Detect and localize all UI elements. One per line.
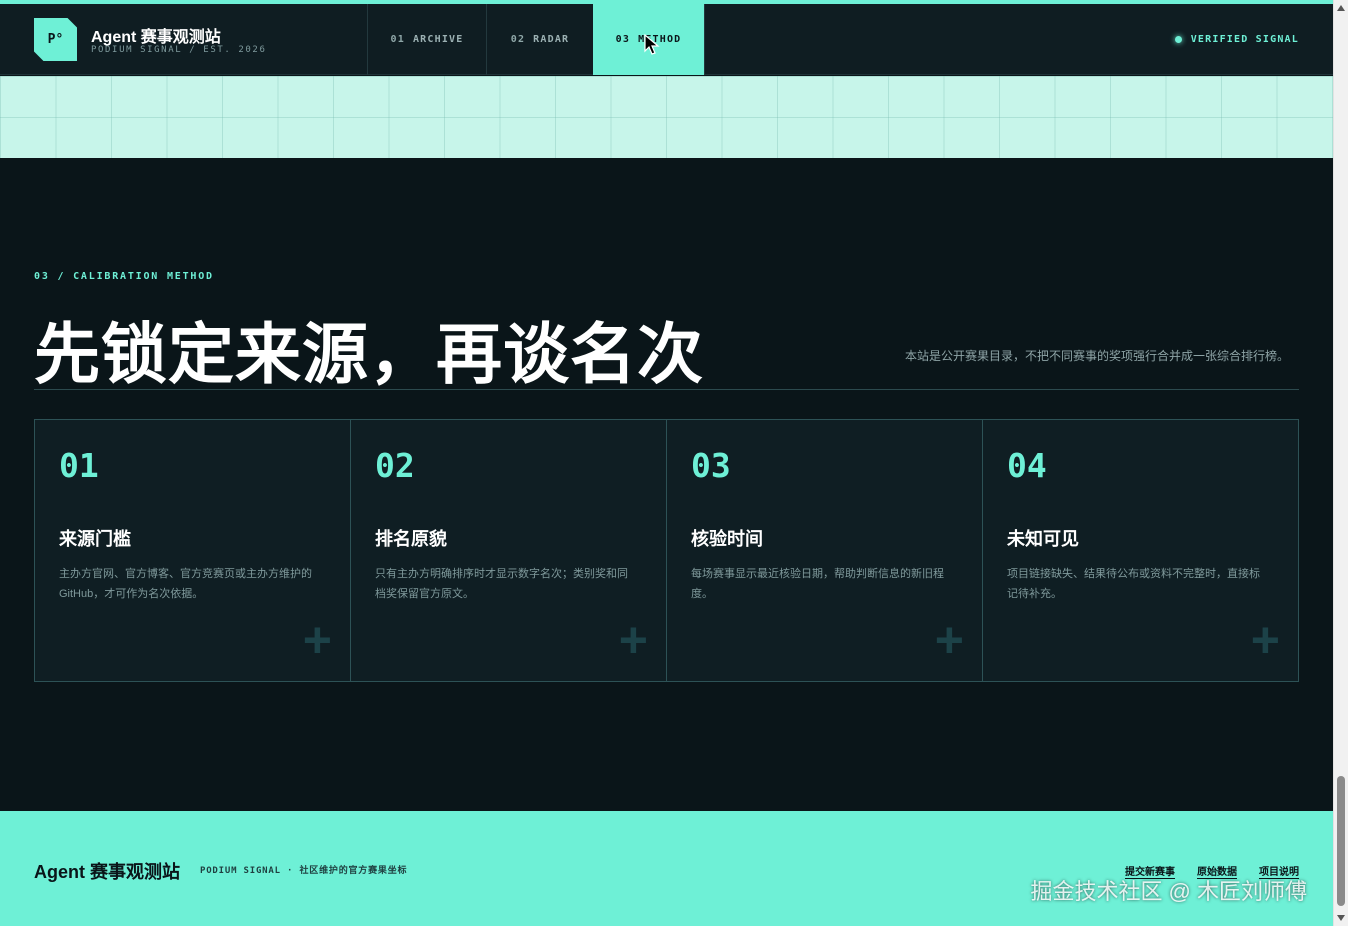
status-dot-icon bbox=[1174, 36, 1182, 43]
verified-label: VERIFIED SIGNAL bbox=[1190, 34, 1299, 45]
nav-item-number: 02 bbox=[510, 34, 526, 45]
footer-brand[interactable]: Agent 赛事观测站 bbox=[34, 858, 180, 884]
scroll-down-arrow-icon[interactable] bbox=[1337, 915, 1345, 921]
card-number: 03 bbox=[691, 446, 731, 485]
section-eyebrow: 03 / CALIBRATION METHOD bbox=[34, 271, 214, 282]
scrollbar-thumb[interactable] bbox=[1337, 776, 1345, 906]
logo[interactable]: P° bbox=[34, 18, 77, 61]
card-title: 核验时间 bbox=[691, 529, 763, 549]
nav-item-number: 01 bbox=[390, 34, 405, 45]
nav-item-number: 03 bbox=[615, 34, 631, 45]
watermark: 掘金技术社区 @ 木匠刘师傅 bbox=[1030, 879, 1307, 904]
section-lede: 本站是公开赛果目录，不把不同赛事的奖项强行合并成一张综合排行榜。 bbox=[904, 349, 1289, 363]
method-card: 01 来源门槛 主办方官网、官方博客、官方竞赛页或主办方维护的 GitHub，才… bbox=[35, 420, 351, 681]
nav-divider bbox=[704, 4, 705, 75]
scroll-up-arrow-icon[interactable] bbox=[1337, 5, 1345, 11]
card-title: 排名原貌 bbox=[375, 529, 447, 549]
method-cards: 01 来源门槛 主办方官网、官方博客、官方竞赛页或主办方维护的 GitHub，才… bbox=[34, 419, 1299, 682]
method-card: 03 核验时间 每场赛事显示最近核验日期，帮助判断信息的新旧程度。 + bbox=[667, 420, 983, 681]
nav-item-label: ARCHIVE bbox=[412, 34, 464, 45]
plus-icon: + bbox=[934, 612, 964, 668]
card-title: 未知可见 bbox=[1007, 529, 1079, 549]
logo-mark: P° bbox=[47, 32, 64, 47]
brand-subtitle: PODIUM SIGNAL / EST. 2026 bbox=[91, 45, 267, 55]
method-card: 04 未知可见 项目链接缺失、结果待公布或资料不完整时，直接标记待补充。 + bbox=[983, 420, 1298, 681]
vertical-scrollbar[interactable] bbox=[1333, 0, 1348, 926]
grid-band bbox=[0, 76, 1333, 158]
card-description: 主办方官网、官方博客、官方竞赛页或主办方维护的 GitHub，才可作为名次依据。 bbox=[59, 568, 312, 600]
card-description: 只有主办方明确排序时才显示数字名次；类别奖和同档奖保留官方原文。 bbox=[375, 568, 628, 600]
verified-status: VERIFIED SIGNAL bbox=[1174, 34, 1299, 45]
card-number: 04 bbox=[1007, 446, 1047, 485]
mouse-cursor-icon bbox=[644, 34, 660, 55]
site-footer: Agent 赛事观测站 PODIUM SIGNAL · 社区维护的官方赛果坐标 … bbox=[0, 811, 1333, 926]
card-number: 01 bbox=[59, 446, 99, 485]
page-title: 先锁定来源，再谈名次 bbox=[34, 317, 704, 391]
nav-item-label: RADAR bbox=[533, 34, 570, 45]
card-description: 每场赛事显示最近核验日期，帮助判断信息的新旧程度。 bbox=[691, 568, 944, 600]
method-section: 03 / CALIBRATION METHOD 先锁定来源，再谈名次 本站是公开… bbox=[0, 158, 1333, 811]
nav-item-archive[interactable]: 01 ARCHIVE bbox=[367, 4, 486, 75]
plus-icon: + bbox=[302, 612, 332, 668]
plus-icon: + bbox=[618, 612, 648, 668]
card-number: 02 bbox=[375, 446, 415, 485]
site-header: P° Agent 赛事观测站 PODIUM SIGNAL / EST. 2026… bbox=[0, 4, 1333, 75]
footer-tagline: PODIUM SIGNAL · 社区维护的官方赛果坐标 bbox=[200, 866, 408, 876]
divider bbox=[34, 389, 1299, 390]
card-title: 来源门槛 bbox=[59, 529, 131, 549]
method-card: 02 排名原貌 只有主办方明确排序时才显示数字名次；类别奖和同档奖保留官方原文。… bbox=[351, 420, 667, 681]
plus-icon: + bbox=[1250, 612, 1280, 668]
nav-item-radar[interactable]: 02 RADAR bbox=[486, 4, 593, 75]
brand-title[interactable]: Agent 赛事观测站 bbox=[91, 23, 221, 47]
card-description: 项目链接缺失、结果待公布或资料不完整时，直接标记待补充。 bbox=[1007, 568, 1260, 600]
